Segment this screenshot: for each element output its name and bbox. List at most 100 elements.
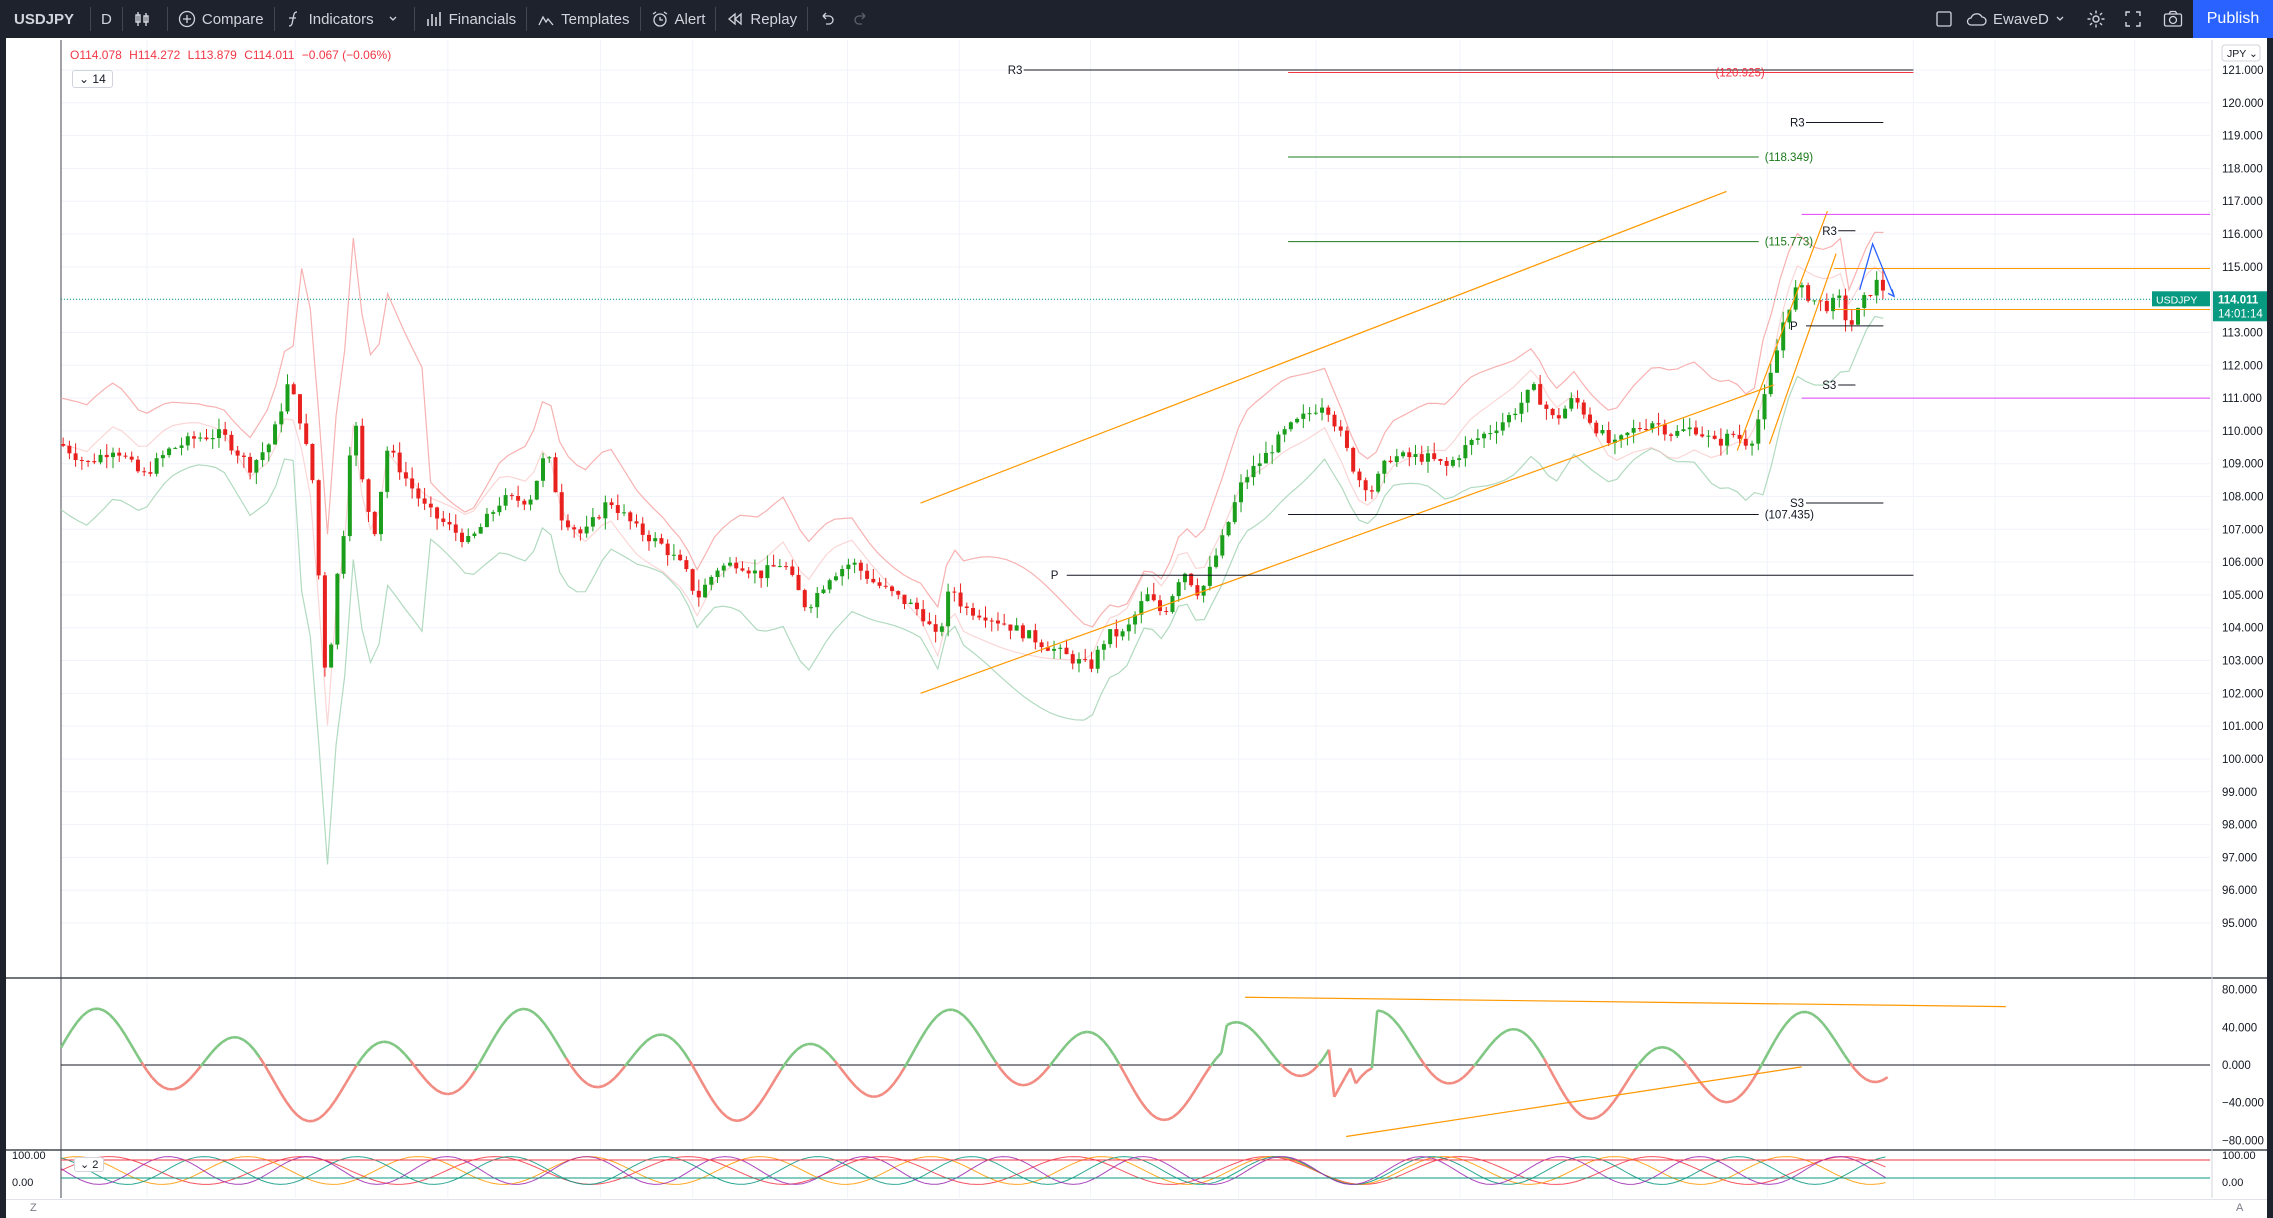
osc-line-segment xyxy=(173,1086,180,1091)
candle-up xyxy=(167,448,172,456)
osc-line-segment xyxy=(989,1053,997,1063)
candle-up xyxy=(939,626,944,632)
candle-up xyxy=(1176,582,1181,597)
osc-line-segment xyxy=(1838,1046,1846,1056)
osc-line-segment xyxy=(1661,1045,1668,1050)
osc-line-segment xyxy=(1167,1115,1174,1121)
collapse-legend-button[interactable]: ⌄ 14 xyxy=(72,70,113,88)
candle-up xyxy=(279,411,284,425)
candle-down xyxy=(1444,460,1449,466)
candle-up xyxy=(777,566,782,568)
candle-down xyxy=(372,511,377,535)
osc-line-segment xyxy=(1860,1074,1867,1081)
candle-down xyxy=(1326,407,1331,415)
osc-line-segment xyxy=(1795,1010,1803,1016)
osc-line-segment xyxy=(1032,1076,1040,1083)
osc-line-segment xyxy=(328,1100,337,1109)
close-value: C114.011 xyxy=(244,48,295,62)
candle-down xyxy=(235,450,240,456)
osc-line-segment xyxy=(436,1089,444,1095)
candle-up xyxy=(1513,413,1518,416)
osc-line-segment xyxy=(543,1023,551,1033)
candle-up xyxy=(1295,418,1300,423)
candle-up xyxy=(1382,460,1387,474)
osc-line-segment xyxy=(1639,1054,1647,1063)
price-axis-label: 99.000 xyxy=(2222,787,2257,799)
candle-up xyxy=(1226,522,1231,536)
price-axis-label: 107.000 xyxy=(2222,524,2264,536)
osc-line-segment xyxy=(1441,1080,1448,1085)
candle-down xyxy=(1332,414,1337,427)
candle-up xyxy=(1413,454,1418,458)
osc-line-segment xyxy=(162,1085,169,1091)
candle-up xyxy=(1376,473,1381,492)
osc-line-segment xyxy=(517,1007,524,1012)
osc-line-segment xyxy=(1177,1105,1185,1114)
candle-up xyxy=(1475,438,1480,440)
osc-line-segment xyxy=(98,1007,105,1012)
candle-up xyxy=(1812,300,1817,302)
zoom-icon[interactable]: Z xyxy=(30,1202,37,1214)
candle-up xyxy=(1600,430,1605,434)
osc-line-segment xyxy=(662,1033,669,1038)
pivot-label: (120.925) xyxy=(1715,67,1764,79)
price-axis-label: 118.000 xyxy=(2222,163,2263,175)
candle-down xyxy=(1806,285,1811,301)
price-axis-label: 109.000 xyxy=(2222,459,2264,471)
pivot-label: S3 xyxy=(1822,380,1836,392)
price-axis-label: 100.000 xyxy=(2222,754,2264,766)
candle-down xyxy=(771,565,776,567)
osc-line-segment xyxy=(559,1048,568,1059)
osc-line-segment xyxy=(1193,1081,1202,1092)
osc-line-segment xyxy=(715,1104,723,1114)
osc-line-segment xyxy=(1123,1073,1132,1085)
osc-line-segment xyxy=(1128,1082,1137,1094)
osc-line-segment xyxy=(952,1008,959,1013)
symbol-tag-label: USDJPY xyxy=(2156,294,2197,306)
osc-axis-label: −80.000 xyxy=(2222,1135,2264,1147)
candle-up xyxy=(1401,452,1406,457)
osc-line-segment xyxy=(81,1010,89,1017)
indicator-count: 14 xyxy=(92,72,106,86)
osc-line-segment xyxy=(1516,1028,1523,1033)
candle-up xyxy=(1874,279,1879,296)
osc-line-segment xyxy=(1097,1034,1105,1042)
osc-line-segment xyxy=(500,1018,508,1027)
osc-line-segment xyxy=(183,1077,191,1085)
candle-up xyxy=(273,424,278,445)
candle-up xyxy=(154,458,159,474)
price-axis-label: 103.000 xyxy=(2222,656,2264,668)
osc-line-segment xyxy=(796,1044,804,1051)
osc-line-segment xyxy=(1816,1017,1825,1025)
candle-up xyxy=(1145,594,1150,602)
osc-line-segment xyxy=(554,1039,562,1050)
osc-line-segment xyxy=(602,1081,610,1088)
candle-down xyxy=(1824,300,1829,312)
osc-line-segment xyxy=(1865,1078,1873,1083)
osc2-axis-label-left: 0.00 xyxy=(12,1177,33,1189)
candle-up xyxy=(827,580,832,590)
candle-down xyxy=(609,502,614,506)
candle-up xyxy=(216,429,221,439)
osc-line-segment xyxy=(672,1039,680,1047)
candle-down xyxy=(746,570,751,574)
osc-line-segment xyxy=(823,1048,831,1056)
osc-line-segment xyxy=(1548,1067,1556,1079)
osc-line-segment xyxy=(1156,1116,1163,1122)
osc-line-segment xyxy=(1586,1116,1593,1121)
candle-up xyxy=(1799,285,1804,288)
candle-up xyxy=(721,565,726,571)
candle-down xyxy=(659,538,664,544)
candle-down xyxy=(1388,460,1393,463)
pane2-collapse-button[interactable]: ⌄ 2 xyxy=(74,1157,105,1172)
price-chart[interactable]: 121.000 120.000 119.000 118.000 117.000 116.0… xyxy=(0,0,2273,1218)
candle-up xyxy=(210,438,215,440)
osc-line-segment xyxy=(1746,1078,1755,1088)
auto-scale-icon[interactable]: A xyxy=(2236,1202,2243,1214)
osc-line-segment xyxy=(1204,1065,1212,1075)
candle-down xyxy=(883,585,888,587)
osc-line-segment xyxy=(1059,1044,1067,1053)
osc-line-segment xyxy=(1005,1075,1013,1082)
candle-up xyxy=(1750,443,1755,446)
osc-line-segment xyxy=(903,1057,911,1069)
